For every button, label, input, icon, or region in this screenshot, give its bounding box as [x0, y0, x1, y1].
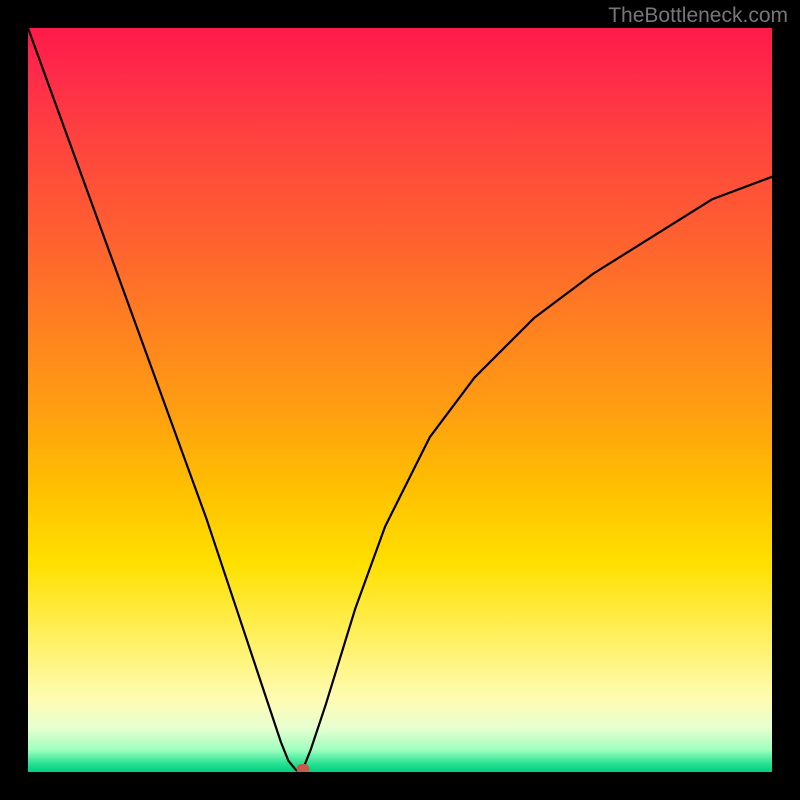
watermark-text: TheBottleneck.com [608, 4, 788, 28]
chart-frame: TheBottleneck.com [0, 0, 800, 800]
plot-area [28, 28, 772, 772]
curve-svg [28, 28, 772, 772]
bottleneck-curve-path [28, 28, 772, 772]
marker-dot [297, 764, 310, 772]
